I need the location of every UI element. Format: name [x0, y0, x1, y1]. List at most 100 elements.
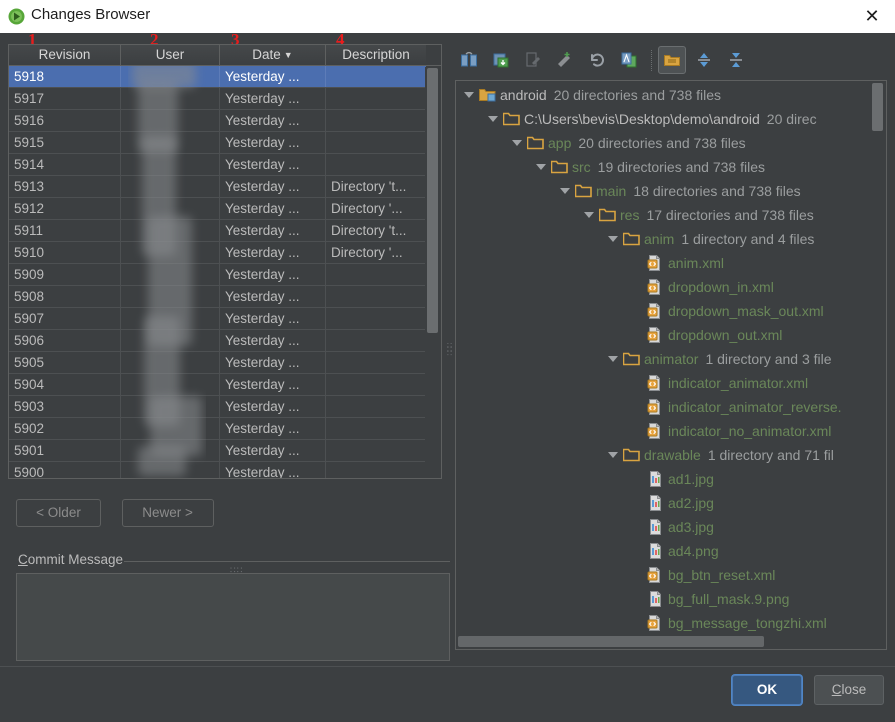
table-row[interactable]: 5906 Yesterday ... — [9, 330, 426, 352]
tree-folder-node[interactable]: drawable 1 directory and 71 fil — [456, 443, 876, 467]
tree-file-node[interactable]: indicator_no_animator.xml — [456, 419, 876, 443]
column-header-revision[interactable]: Revision — [9, 45, 121, 65]
tree-folder-node[interactable]: anim 1 directory and 4 files — [456, 227, 876, 251]
expand-all-icon[interactable] — [690, 46, 718, 74]
table-row[interactable]: 5907 Yesterday ... — [9, 308, 426, 330]
table-row[interactable]: 5909 Yesterday ... — [9, 264, 426, 286]
tree-folder-node[interactable]: android 20 directories and 738 files — [456, 83, 876, 107]
module-folder-icon — [479, 87, 496, 103]
tree-file-node[interactable]: dropdown_out.xml — [456, 323, 876, 347]
table-row[interactable]: 5917 Yesterday ... — [9, 88, 426, 110]
column-header-date[interactable]: Date ▼ — [220, 45, 326, 65]
commit-message-mnemonic: C — [18, 552, 28, 567]
tree-folder-node[interactable]: animator 1 directory and 3 file — [456, 347, 876, 371]
table-row[interactable]: 5916 Yesterday ... — [9, 110, 426, 132]
xml-file-icon — [647, 399, 664, 415]
table-row[interactable]: 5911 Yesterday ... Directory 't... — [9, 220, 426, 242]
revert-icon[interactable] — [583, 46, 611, 74]
chevron-down-icon[interactable] — [608, 450, 619, 461]
tree-file-node[interactable]: ad4.png — [456, 539, 876, 563]
close-button[interactable]: Close — [814, 675, 884, 705]
chevron-down-icon[interactable] — [536, 162, 547, 173]
chevron-down-icon[interactable] — [560, 186, 571, 197]
tree-file-node[interactable]: indicator_animator.xml — [456, 371, 876, 395]
commit-message-section: Commit Message — [16, 552, 450, 570]
table-row[interactable]: 5914 Yesterday ... — [9, 154, 426, 176]
compare-with-icon[interactable] — [615, 46, 643, 74]
commit-message-textarea[interactable] — [16, 573, 450, 661]
tree-node-label: dropdown_in.xml — [668, 279, 774, 295]
chevron-down-icon[interactable] — [488, 114, 499, 125]
chevron-down-icon[interactable] — [512, 138, 523, 149]
collapse-all-icon[interactable] — [722, 46, 750, 74]
get-revision-icon[interactable] — [487, 46, 515, 74]
tree-file-node[interactable]: ad2.jpg — [456, 491, 876, 515]
tree-folder-node[interactable]: app 20 directories and 738 files — [456, 131, 876, 155]
chevron-down-icon[interactable] — [464, 90, 475, 101]
android-studio-icon — [8, 8, 25, 25]
table-row[interactable]: 5904 Yesterday ... — [9, 374, 426, 396]
user-cell — [121, 374, 220, 395]
changes-browser-window: Changes Browser ✕ 1 2 3 4 Revision User … — [0, 0, 895, 722]
table-row[interactable]: 5912 Yesterday ... Directory '... — [9, 198, 426, 220]
tree-file-node[interactable]: ad1.jpg — [456, 467, 876, 491]
revisions-table-body[interactable]: 5918 Yesterday ... 5917 Yesterday ... 5916 Ye… — [8, 66, 442, 479]
table-row[interactable]: 5910 Yesterday ... Directory '... — [9, 242, 426, 264]
tree-folder-node[interactable]: main 18 directories and 738 files — [456, 179, 876, 203]
tree-folder-node[interactable]: res 17 directories and 738 files — [456, 203, 876, 227]
revisions-scrollbar-thumb[interactable] — [427, 68, 438, 333]
column-header-description[interactable]: Description — [326, 45, 426, 65]
chevron-down-icon[interactable] — [608, 234, 619, 245]
column-header-user[interactable]: User — [121, 45, 220, 65]
tree-file-node[interactable]: dropdown_mask_out.xml — [456, 299, 876, 323]
tree-hscroll-thumb[interactable] — [458, 636, 764, 647]
ok-button[interactable]: OK — [732, 675, 802, 705]
changed-files-tree[interactable]: android 20 directories and 738 files C:\Us… — [455, 80, 887, 650]
folder-icon — [550, 159, 568, 175]
tree-node-count: 1 directory and 4 files — [681, 231, 815, 247]
tree-folder-node[interactable]: C:\Users\bevis\Desktop\demo\android 20 di… — [456, 107, 876, 131]
table-row[interactable]: 5903 Yesterday ... — [9, 396, 426, 418]
table-row[interactable]: 5905 Yesterday ... — [9, 352, 426, 374]
toolbar-separator — [651, 50, 653, 71]
tree-node-spacer — [632, 618, 643, 629]
tree-file-node[interactable]: indicator_animator_reverse. — [456, 395, 876, 419]
tree-vertical-scrollbar[interactable] — [870, 82, 885, 635]
newer-button[interactable]: Newer > — [121, 499, 214, 527]
tree-horizontal-scrollbar[interactable] — [457, 634, 870, 648]
tree-folder-node[interactable]: src 19 directories and 738 files — [456, 155, 876, 179]
tree-node-count: 18 directories and 738 files — [633, 183, 801, 199]
older-button[interactable]: < Older — [16, 499, 101, 527]
show-diff-icon[interactable] — [455, 46, 483, 74]
tree-file-node[interactable]: bg_full_mask.9.png — [456, 587, 876, 611]
revisions-vertical-scrollbar[interactable] — [425, 67, 440, 478]
vertical-splitter[interactable]: ∷ ∷ ∷ — [445, 44, 452, 650]
column-header-description-label: Description — [342, 47, 410, 62]
tree-node-label: src — [572, 159, 591, 175]
description-cell — [326, 154, 426, 175]
table-row[interactable]: 5918 Yesterday ... — [9, 66, 426, 88]
tree-file-node[interactable]: bg_message_tongzhi.xml — [456, 611, 876, 635]
tree-node-count: 20 directories and 738 files — [578, 135, 746, 151]
table-row[interactable]: 5901 Yesterday ... — [9, 440, 426, 462]
table-row[interactable]: 5902 Yesterday ... — [9, 418, 426, 440]
table-row[interactable]: 5915 Yesterday ... — [9, 132, 426, 154]
table-row[interactable]: 5913 Yesterday ... Directory 't... — [9, 176, 426, 198]
tree-node-count: 19 directories and 738 files — [597, 159, 765, 175]
edit-source-icon[interactable] — [519, 46, 547, 74]
tree-node-label: indicator_no_animator.xml — [668, 423, 832, 439]
window-title: Changes Browser — [31, 6, 151, 23]
tree-vscroll-thumb[interactable] — [872, 83, 883, 131]
tree-file-node[interactable]: anim.xml — [456, 251, 876, 275]
annotate-icon[interactable] — [551, 46, 579, 74]
tree-file-node[interactable]: dropdown_in.xml — [456, 275, 876, 299]
group-by-directory-icon[interactable] — [658, 46, 686, 74]
tree-node-spacer — [632, 474, 643, 485]
chevron-down-icon[interactable] — [584, 210, 595, 221]
tree-file-node[interactable]: ad3.jpg — [456, 515, 876, 539]
tree-file-node[interactable]: bg_btn_reset.xml — [456, 563, 876, 587]
chevron-down-icon[interactable] — [608, 354, 619, 365]
close-icon[interactable]: ✕ — [855, 3, 889, 30]
table-row[interactable]: 5908 Yesterday ... — [9, 286, 426, 308]
table-row[interactable]: 5900 Yesterday ... — [9, 462, 426, 478]
